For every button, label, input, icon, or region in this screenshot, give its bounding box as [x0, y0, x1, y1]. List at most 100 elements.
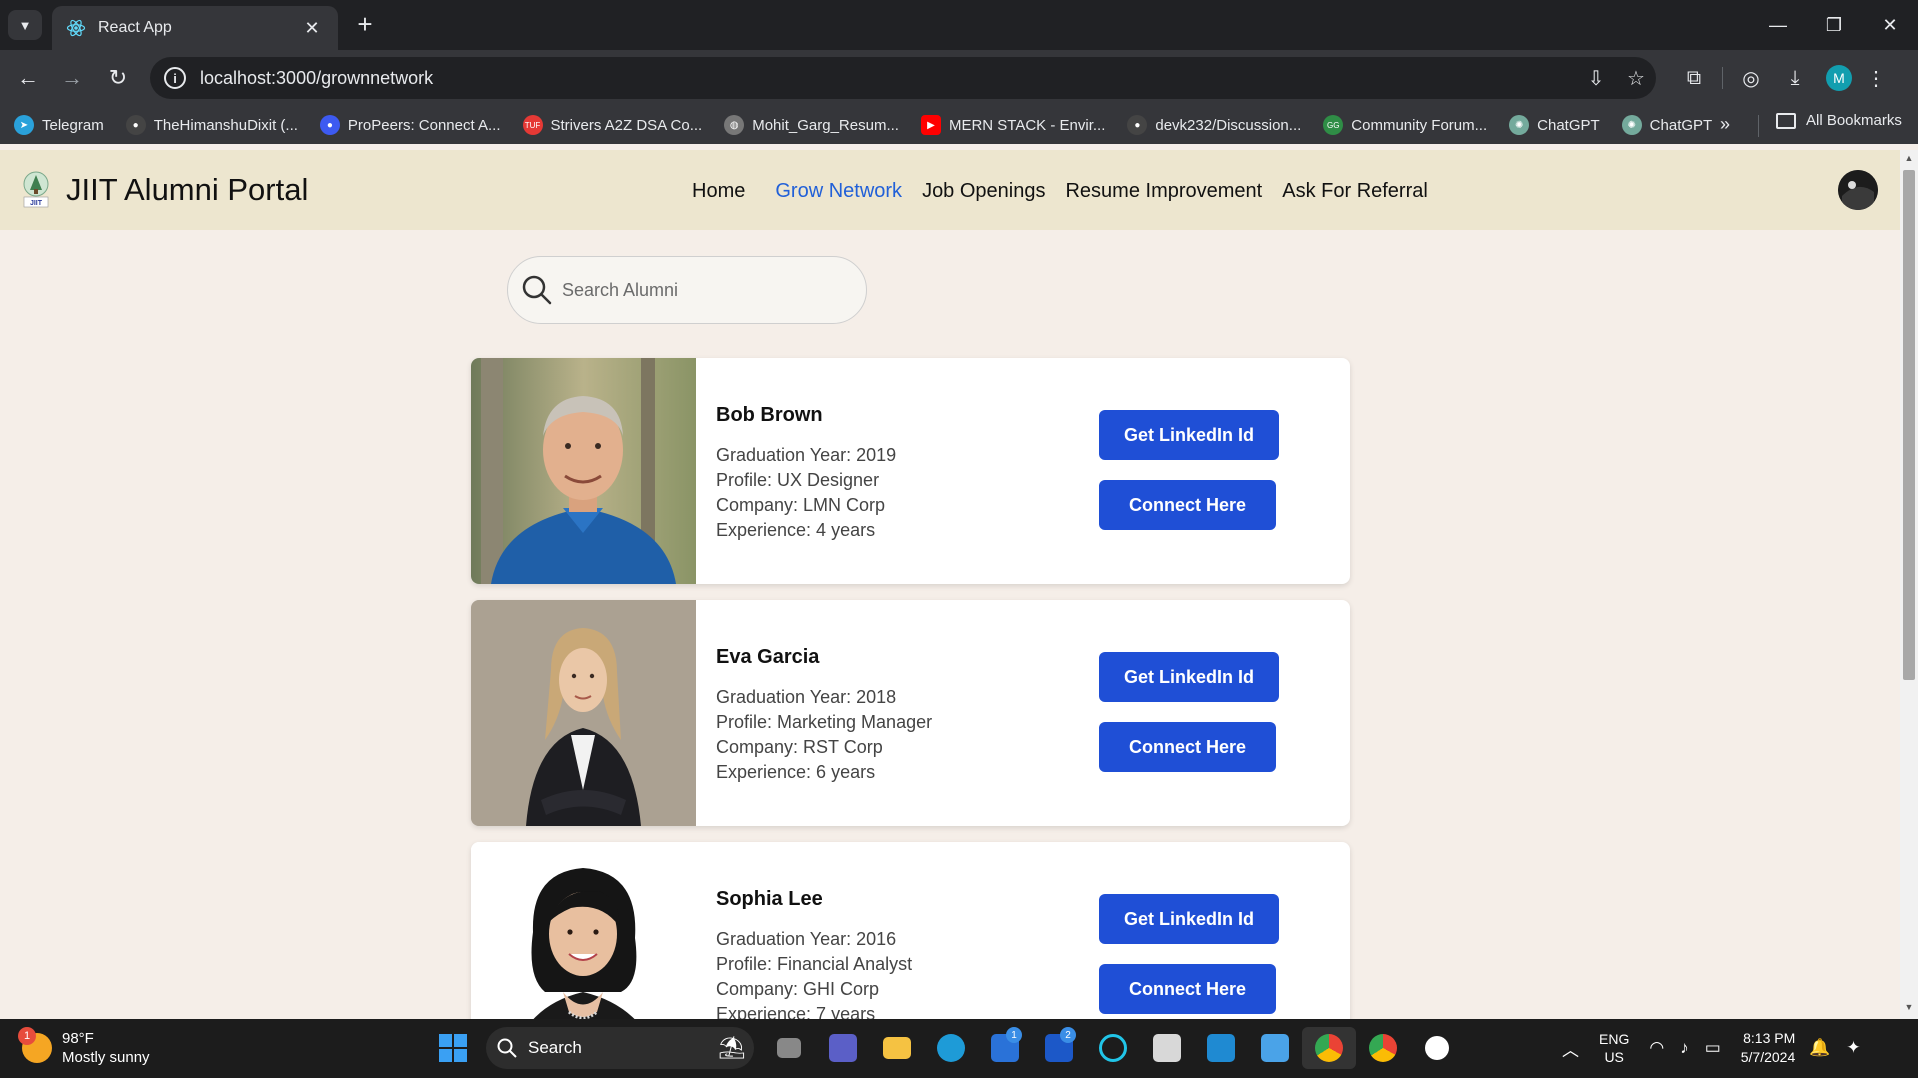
- battery-icon[interactable]: ▭: [1705, 1038, 1721, 1058]
- all-bookmarks-button[interactable]: All Bookmarks: [1776, 112, 1902, 129]
- bookmarks-overflow-icon[interactable]: »: [1720, 114, 1730, 135]
- volume-icon[interactable]: ♪: [1680, 1038, 1689, 1058]
- tab-title: React App: [98, 19, 172, 36]
- bookmark-item[interactable]: ◍ Mohit_Garg_Resum...: [724, 115, 899, 135]
- bookmark-label: Community Forum...: [1351, 116, 1488, 134]
- search-icon: [522, 275, 552, 305]
- connect-here-button[interactable]: Connect Here: [1099, 480, 1276, 530]
- bookmark-item[interactable]: TUF Strivers A2Z DSA Co...: [522, 115, 703, 135]
- close-tab-icon[interactable]: ✕: [300, 18, 324, 39]
- clock-time: 8:13 PM: [1743, 1030, 1796, 1046]
- alumni-profile: Profile: Financial Analyst: [716, 954, 913, 974]
- nav-grow-network[interactable]: Grow Network: [775, 180, 902, 203]
- get-linkedin-button[interactable]: Get LinkedIn Id: [1099, 652, 1279, 702]
- bookmark-item[interactable]: GG Community Forum...: [1323, 115, 1487, 135]
- region-code: US: [1604, 1049, 1624, 1065]
- browser-menu-icon[interactable]: ⋮: [1861, 60, 1891, 96]
- mongodb-compass-icon[interactable]: [1410, 1027, 1464, 1069]
- scroll-down-icon[interactable]: ▼: [1903, 1002, 1915, 1014]
- windows-start-button[interactable]: [432, 1027, 474, 1069]
- restore-button[interactable]: ❐: [1806, 0, 1862, 50]
- edge-icon[interactable]: [924, 1027, 978, 1069]
- chrome-icon[interactable]: [1302, 1027, 1356, 1069]
- clock[interactable]: 8:13 PM 5/7/2024: [1741, 1029, 1796, 1067]
- snipping-tool-icon[interactable]: [1140, 1027, 1194, 1069]
- bookmark-item[interactable]: ➤ Telegram: [14, 115, 104, 135]
- alumni-name: Bob Brown: [716, 404, 823, 426]
- bookmark-item[interactable]: ▶ MERN STACK - Envir...: [920, 115, 1105, 135]
- nav-resume-improvement[interactable]: Resume Improvement: [1065, 180, 1262, 203]
- url-text[interactable]: localhost:3000/grownnetwork: [200, 68, 1576, 89]
- address-bar[interactable]: i localhost:3000/grownnetwork ⇩ ☆: [150, 57, 1656, 99]
- bookmark-item[interactable]: ● ProPeers: Connect A...: [319, 115, 501, 135]
- bookmark-label: TheHimanshuDixit (...: [153, 116, 298, 134]
- alumni-info: Bob Brown Graduation Year: 2019 Profile:…: [716, 404, 896, 543]
- weather-desc: Mostly sunny: [62, 1049, 150, 1066]
- user-avatar[interactable]: [1838, 170, 1878, 210]
- nav-ask-for-referral[interactable]: Ask For Referral: [1282, 180, 1428, 203]
- copilot-icon[interactable]: ✦: [1846, 1038, 1860, 1058]
- chrome-icon[interactable]: [1356, 1027, 1410, 1069]
- close-window-button[interactable]: ✕: [1862, 0, 1918, 50]
- notepad-icon[interactable]: [1248, 1027, 1302, 1069]
- extensions-icon[interactable]: ⧉: [1672, 60, 1716, 96]
- get-linkedin-button[interactable]: Get LinkedIn Id: [1099, 410, 1279, 460]
- site-info-icon[interactable]: i: [164, 67, 186, 89]
- nav-home[interactable]: Home: [692, 180, 745, 203]
- tray-overflow-icon[interactable]: ︿: [1562, 1036, 1579, 1061]
- bookmark-item[interactable]: ✺ ChatGPT: [1621, 115, 1712, 135]
- search-alumni-box[interactable]: [507, 256, 867, 324]
- scroll-thumb[interactable]: [1903, 170, 1915, 680]
- get-linkedin-button[interactable]: Get LinkedIn Id: [1099, 894, 1279, 944]
- globe-icon: ◍: [724, 115, 745, 135]
- scroll-up-icon[interactable]: ▲: [1903, 153, 1915, 165]
- file-explorer-icon[interactable]: [870, 1027, 924, 1069]
- language-indicator[interactable]: ENG US: [1599, 1030, 1629, 1066]
- forward-button[interactable]: →: [54, 60, 90, 96]
- connect-here-button[interactable]: Connect Here: [1099, 964, 1276, 1014]
- bookmark-item[interactable]: ● TheHimanshuDixit (...: [125, 115, 298, 135]
- bookmark-label: Telegram: [42, 116, 104, 134]
- back-button[interactable]: ←: [10, 60, 46, 96]
- downloads-icon[interactable]: ⤓: [1773, 60, 1817, 96]
- vscode-icon[interactable]: [1194, 1027, 1248, 1069]
- gfg-icon: GG: [1323, 115, 1344, 135]
- lens-icon[interactable]: 2: [1032, 1027, 1086, 1069]
- alumni-company: Company: GHI Corp: [716, 979, 880, 999]
- youtube-icon: ▶: [920, 115, 941, 135]
- bookmark-item[interactable]: ● devk232/Discussion...: [1127, 115, 1301, 135]
- task-view-icon[interactable]: [762, 1027, 816, 1069]
- bookmark-label: Mohit_Garg_Resum...: [752, 116, 899, 134]
- store-icon[interactable]: 1: [978, 1027, 1032, 1069]
- profile-avatar[interactable]: M: [1826, 65, 1852, 91]
- search-input[interactable]: [562, 279, 842, 301]
- page-scrollbar[interactable]: ▲ ▼: [1900, 150, 1918, 1019]
- weather-widget[interactable]: 1 98°F Mostly sunny: [18, 1027, 150, 1067]
- jiit-logo-icon[interactable]: JIIT: [18, 170, 54, 210]
- new-tab-button[interactable]: +: [350, 10, 380, 40]
- taskbar-search[interactable]: Search ⛱: [486, 1027, 754, 1069]
- nav-job-openings[interactable]: Job Openings: [922, 180, 1045, 203]
- bookmark-item[interactable]: ✺ ChatGPT: [1509, 115, 1600, 135]
- brand-title[interactable]: JIIT Alumni Portal: [66, 172, 308, 208]
- language-code: ENG: [1599, 1031, 1630, 1047]
- connect-here-button[interactable]: Connect Here: [1099, 722, 1276, 772]
- alumni-experience: Experience: 4 years: [716, 520, 876, 540]
- alumni-photo: [471, 600, 696, 826]
- page-viewport: JIIT JIIT Alumni Portal Home Grow Networ…: [0, 150, 1900, 1019]
- cortana-icon[interactable]: [1086, 1027, 1140, 1069]
- tab-search-button[interactable]: ▼: [8, 10, 42, 40]
- os-taskbar: 1 98°F Mostly sunny Search ⛱ 1 2 ︿ ENG U…: [0, 1019, 1918, 1078]
- alumni-photo: [471, 842, 696, 1019]
- notifications-icon[interactable]: 🔔: [1809, 1038, 1830, 1058]
- browser-tab[interactable]: React App ✕: [52, 6, 338, 50]
- reload-button[interactable]: ↻: [100, 60, 136, 96]
- performance-icon[interactable]: ◎: [1729, 60, 1773, 96]
- bookmark-star-icon[interactable]: ☆: [1616, 58, 1656, 98]
- bookmark-label: Strivers A2Z DSA Co...: [550, 116, 703, 134]
- teams-icon[interactable]: [816, 1027, 870, 1069]
- install-app-icon[interactable]: ⇩: [1576, 58, 1616, 98]
- minimize-button[interactable]: —: [1750, 0, 1806, 50]
- taskbar-search-label: Search: [528, 1038, 582, 1057]
- wifi-icon[interactable]: ◠: [1649, 1038, 1664, 1058]
